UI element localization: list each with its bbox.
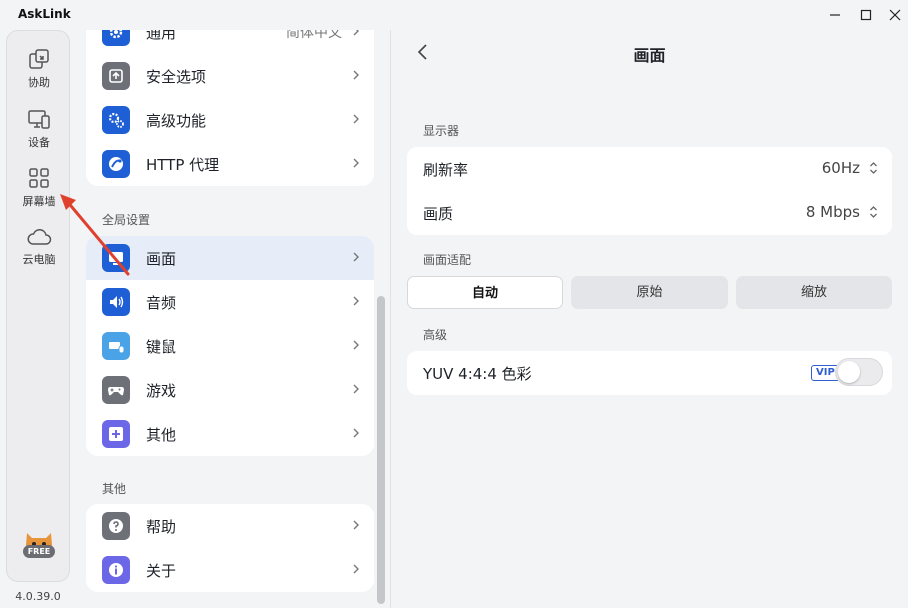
maximize-icon: [860, 9, 872, 21]
settings-item-label: HTTP 代理: [146, 156, 220, 174]
section-title-fit: 画面适配: [423, 253, 472, 267]
settings-item-label: 画面: [146, 250, 177, 268]
chevron-right-icon: [353, 564, 359, 574]
version-label: 4.0.39.0: [15, 590, 61, 603]
settings-item-label: 键鼠: [146, 338, 177, 356]
settings-scrollbar[interactable]: [377, 296, 385, 604]
settings-item-advanced[interactable]: 高级功能: [86, 98, 374, 142]
refresh-rate-value: 60Hz: [821, 159, 860, 177]
chevron-right-icon: [353, 252, 359, 262]
advanced-gears-icon: [102, 106, 130, 134]
chevron-right-icon: [353, 114, 359, 124]
panel-title: 画面: [633, 46, 666, 65]
fit-option-auto[interactable]: 自动: [407, 276, 563, 309]
settings-list: 通用 简体中文 安全选项 高级功能 HTTP 代理 全局设置 画面 音频 键鼠 …: [86, 30, 374, 608]
free-badge: FREE: [23, 545, 55, 558]
updown-chevron-icon: [870, 162, 877, 174]
title-bar: AskLink: [0, 0, 908, 30]
info-icon: [102, 556, 130, 584]
settings-item-security[interactable]: 安全选项: [86, 54, 374, 98]
annotation-arrow-icon: [60, 194, 130, 276]
quality-label: 画质: [423, 205, 454, 223]
proxy-icon: [102, 150, 130, 178]
refresh-rate-select[interactable]: 刷新率 60Hz: [407, 147, 892, 191]
language-value: 简体中文: [286, 30, 342, 41]
yuv-row: YUV 4:4:4 色彩 VIP: [407, 351, 892, 395]
settings-item-audio[interactable]: 音频: [86, 280, 374, 324]
section-title-advanced: 高级: [423, 328, 448, 342]
settings-item-label: 其他: [146, 426, 177, 444]
settings-item-general[interactable]: 通用 简体中文: [86, 30, 374, 54]
rail-label-device: 设备: [28, 136, 50, 149]
minimize-button[interactable]: [820, 4, 850, 26]
chevron-right-icon: [353, 158, 359, 168]
keyboard-mouse-icon: [102, 332, 130, 360]
help-icon: [102, 512, 130, 540]
upload-shield-icon: [102, 62, 130, 90]
nav-rail: 协助 设备 屏幕墙 云电脑 FREE: [6, 30, 70, 582]
settings-item-http-proxy[interactable]: HTTP 代理: [86, 142, 374, 186]
gear-icon: [102, 30, 130, 46]
yuv-toggle[interactable]: [835, 358, 883, 386]
section-title-display: 显示器: [423, 124, 460, 138]
gamepad-icon: [102, 376, 130, 404]
yuv-label: YUV 4:4:4 色彩: [423, 365, 532, 383]
chevron-right-icon: [353, 340, 359, 350]
chevron-right-icon: [353, 296, 359, 306]
plus-box-icon: [102, 420, 130, 448]
settings-item-label: 音频: [146, 294, 177, 312]
cloud-icon: [27, 228, 52, 245]
display-settings-panel: 画面 显示器 刷新率 60Hz 画质 8 Mbps 画面适配 自动 原始 缩放 …: [391, 30, 908, 608]
minimize-icon: [830, 14, 840, 16]
display-card: 刷新率 60Hz 画质 8 Mbps: [407, 147, 892, 235]
quality-value: 8 Mbps: [805, 203, 860, 221]
updown-chevron-icon: [870, 206, 877, 218]
chevron-right-icon: [353, 428, 359, 438]
fit-option-original[interactable]: 原始: [571, 276, 728, 309]
refresh-rate-label: 刷新率: [423, 161, 469, 179]
chevron-right-icon: [353, 30, 359, 36]
settings-item-label: 关于: [146, 562, 177, 580]
settings-item-label: 安全选项: [146, 68, 207, 86]
assist-icon: [29, 49, 49, 69]
settings-item-keyboard-mouse[interactable]: 键鼠: [86, 324, 374, 368]
rail-label-assist: 协助: [28, 76, 50, 89]
chevron-right-icon: [353, 384, 359, 394]
close-button[interactable]: [880, 4, 908, 26]
rail-item-device[interactable]: 设备: [7, 107, 71, 150]
settings-item-game[interactable]: 游戏: [86, 368, 374, 412]
section-title-other: 其他: [102, 482, 127, 496]
chevron-right-icon: [353, 520, 359, 530]
settings-item-help[interactable]: 帮助: [86, 504, 374, 548]
settings-card-general: 通用 简体中文 安全选项 高级功能 HTTP 代理: [86, 30, 374, 186]
grid-icon: [29, 168, 49, 188]
settings-item-label: 帮助: [146, 518, 177, 536]
app-title: AskLink: [18, 7, 71, 21]
speaker-icon: [102, 288, 130, 316]
toggle-knob: [838, 361, 860, 383]
close-icon: [889, 9, 901, 21]
quality-select[interactable]: 画质 8 Mbps: [407, 191, 892, 235]
advanced-card: YUV 4:4:4 色彩 VIP: [407, 351, 892, 395]
settings-item-label: 高级功能: [146, 112, 207, 130]
settings-item-label: 通用: [146, 30, 177, 42]
fit-option-scale[interactable]: 缩放: [736, 276, 892, 309]
maximize-button[interactable]: [851, 4, 881, 26]
settings-item-label: 游戏: [146, 382, 177, 400]
settings-item-other[interactable]: 其他: [86, 412, 374, 456]
settings-card-other: 帮助 关于: [86, 504, 374, 592]
settings-item-about[interactable]: 关于: [86, 548, 374, 592]
device-icon: [28, 110, 50, 129]
rail-item-assist[interactable]: 协助: [7, 47, 71, 90]
chevron-right-icon: [353, 70, 359, 80]
